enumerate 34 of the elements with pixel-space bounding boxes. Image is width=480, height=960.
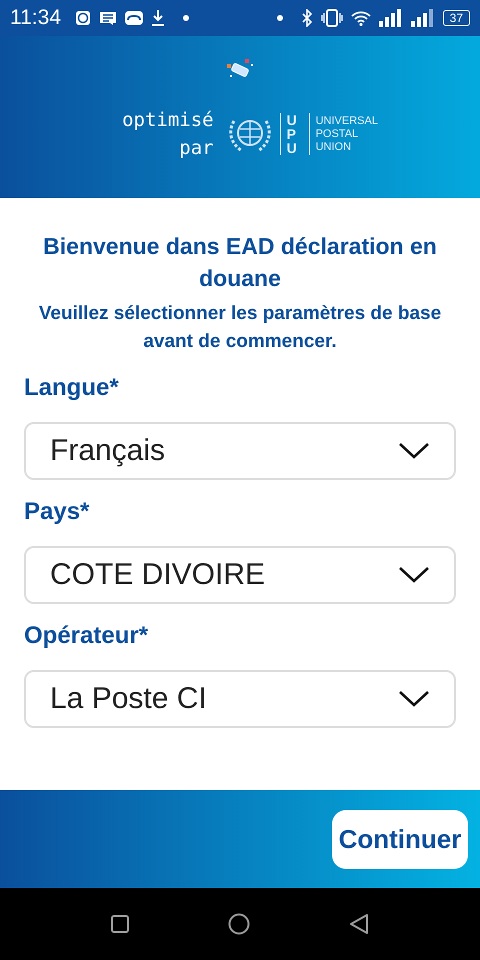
chevron-down-icon xyxy=(398,566,430,584)
tagline-text: optimisé xyxy=(122,108,214,133)
logo-text: POSTAL xyxy=(316,128,360,140)
dot-icon xyxy=(183,15,189,21)
phone-icon xyxy=(225,58,255,80)
vibrate-icon xyxy=(320,9,343,27)
battery-indicator: 37 xyxy=(442,10,470,26)
welcome-subtitle: Veuillez sélectionner les paramètres de base avant de commencer. xyxy=(38,302,442,354)
logo-text: UNION xyxy=(316,140,352,154)
tagline-text: par xyxy=(179,136,214,161)
continue-button[interactable]: Continuer xyxy=(332,810,468,868)
bluetooth-icon xyxy=(300,9,313,27)
field-label: Opérateur* xyxy=(24,622,150,650)
wifi-icon xyxy=(350,10,371,26)
dot-icon xyxy=(276,15,283,21)
dropdown[interactable]: COTE DIVOIRE xyxy=(24,546,456,604)
home-icon[interactable] xyxy=(228,913,250,935)
message-icon xyxy=(99,10,117,26)
chevron-down-icon xyxy=(398,690,430,708)
logo-text: UNIVERSAL xyxy=(316,114,378,128)
field-label: Pays* xyxy=(24,498,90,526)
chevron-down-icon xyxy=(398,442,430,460)
back-icon[interactable] xyxy=(348,913,370,935)
signal-icon xyxy=(378,9,403,27)
welcome-title: Bienvenue dans EAD déclaration en douane xyxy=(42,232,438,293)
logo-mark: UPU xyxy=(286,113,298,155)
app-notification-icon xyxy=(75,10,91,26)
field-label: Langue* xyxy=(24,374,120,402)
recents-icon[interactable] xyxy=(110,914,130,934)
download-icon xyxy=(151,9,165,27)
status-time: 11:34 xyxy=(10,6,61,30)
dropdown[interactable]: Français xyxy=(24,422,456,480)
dropdown[interactable]: La Poste CI xyxy=(24,670,456,728)
signal-icon xyxy=(410,9,435,27)
